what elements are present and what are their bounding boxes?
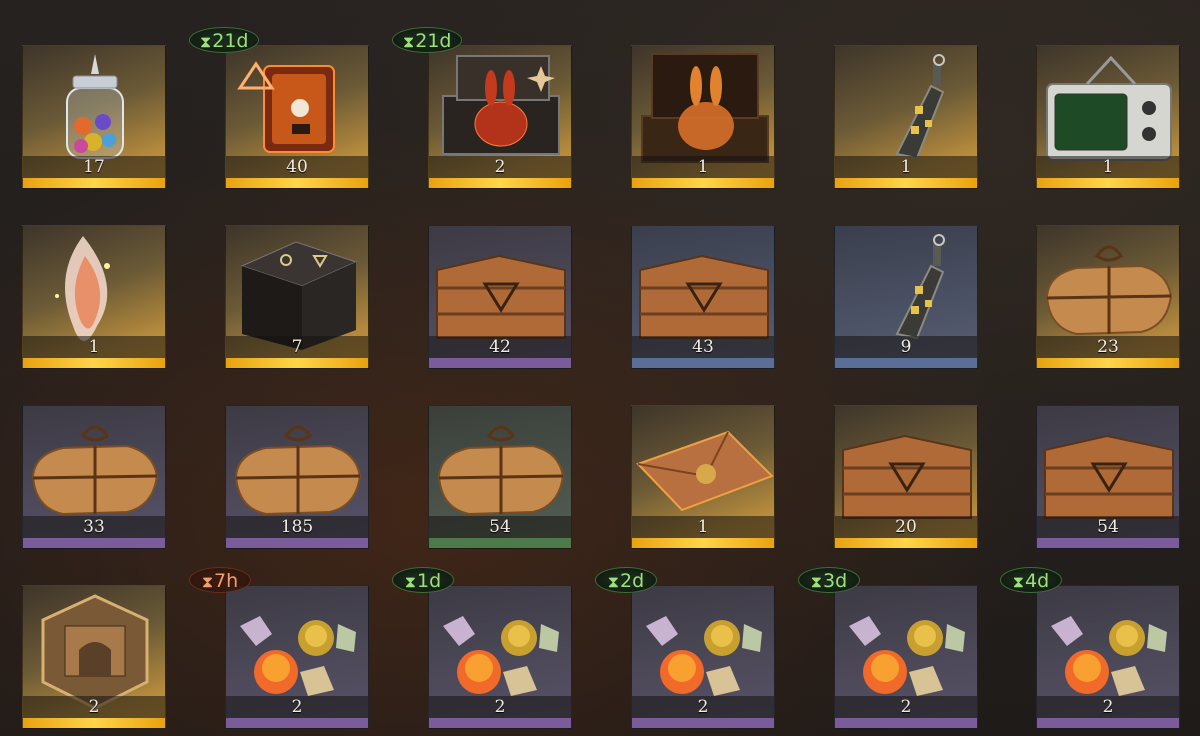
inventory-item-bunny-case[interactable]: 2	[428, 45, 572, 189]
inventory-item-parcel[interactable]: 33	[22, 405, 166, 549]
rarity-stripe	[632, 358, 774, 368]
item-count: 17	[23, 156, 165, 178]
inventory-item-radio-device[interactable]: 1	[1036, 45, 1180, 189]
rarity-stripe	[632, 538, 774, 548]
timer-label: 4d	[1025, 570, 1050, 592]
rarity-stripe	[23, 178, 165, 188]
rarity-stripe	[835, 538, 977, 548]
item-count: 2	[23, 696, 165, 718]
expiry-timer-badge: ⧗1d	[392, 567, 454, 593]
item-count: 40	[226, 156, 368, 178]
rarity-stripe	[1037, 538, 1179, 548]
inventory-item-candies[interactable]: 2	[428, 585, 572, 729]
inventory-item-wooden-crate[interactable]: 42	[428, 225, 572, 369]
expiry-timer-badge: ⧗21d	[189, 27, 260, 53]
rarity-stripe	[429, 358, 571, 368]
rarity-stripe	[835, 358, 977, 368]
expiry-timer-badge: ⧗21d	[392, 27, 463, 53]
inventory-item-bunny-chest[interactable]: 1	[631, 45, 775, 189]
rarity-stripe	[23, 538, 165, 548]
inventory-item-candies[interactable]: 2	[631, 585, 775, 729]
rarity-stripe	[226, 718, 368, 728]
item-count: 54	[429, 516, 571, 538]
timer-label: 3d	[823, 570, 848, 592]
inventory-item-wooden-crate[interactable]: 54	[1036, 405, 1180, 549]
rarity-stripe	[23, 718, 165, 728]
inventory-item-rune-block[interactable]: 7	[225, 225, 369, 369]
item-count: 2	[226, 696, 368, 718]
inventory-item-spirit-flame[interactable]: 1	[22, 225, 166, 369]
hourglass-icon: ⧗	[607, 572, 620, 591]
item-count: 20	[835, 516, 977, 538]
item-count: 1	[632, 516, 774, 538]
rarity-stripe	[429, 538, 571, 548]
rarity-stripe	[429, 178, 571, 188]
hourglass-icon: ⧗	[201, 572, 214, 591]
rarity-stripe	[226, 178, 368, 188]
inventory-item-message-bottle[interactable]: 9	[834, 225, 978, 369]
inventory-item-marble-jar[interactable]: 17	[22, 45, 166, 189]
item-count: 1	[23, 336, 165, 358]
inventory-item-parcel[interactable]: 54	[428, 405, 572, 549]
item-count: 2	[632, 696, 774, 718]
expiry-timer-badge: ⧗7h	[189, 567, 251, 593]
hourglass-icon: ⧗	[810, 572, 823, 591]
inventory-item-candies[interactable]: 2	[1036, 585, 1180, 729]
rarity-stripe	[1037, 718, 1179, 728]
hourglass-icon: ⧗	[403, 32, 415, 51]
timer-label: 1d	[417, 570, 442, 592]
expiry-timer-badge: ⧗2d	[595, 567, 657, 593]
hourglass-icon: ⧗	[404, 572, 417, 591]
item-count: 2	[429, 156, 571, 178]
inventory-item-wooden-crate[interactable]: 20	[834, 405, 978, 549]
timer-label: 7h	[214, 570, 239, 592]
timer-label: 21d	[415, 30, 452, 52]
item-count: 33	[23, 516, 165, 538]
expiry-timer-badge: ⧗3d	[798, 567, 860, 593]
inventory-item-parcel[interactable]: 185	[225, 405, 369, 549]
item-count: 2	[835, 696, 977, 718]
rarity-stripe	[1037, 358, 1179, 368]
inventory-item-parcel[interactable]: 23	[1036, 225, 1180, 369]
item-count: 54	[1037, 516, 1179, 538]
inventory-item-rune-book[interactable]: 40	[225, 45, 369, 189]
item-count: 42	[429, 336, 571, 358]
item-count: 43	[632, 336, 774, 358]
rarity-stripe	[226, 358, 368, 368]
rarity-stripe	[835, 178, 977, 188]
inventory-item-candies[interactable]: 2	[834, 585, 978, 729]
item-count: 9	[835, 336, 977, 358]
item-count: 23	[1037, 336, 1179, 358]
rarity-stripe	[23, 358, 165, 368]
rarity-stripe	[1037, 178, 1179, 188]
item-count: 7	[226, 336, 368, 358]
expiry-timer-badge: ⧗4d	[1000, 567, 1062, 593]
item-count: 1	[835, 156, 977, 178]
rarity-stripe	[429, 718, 571, 728]
inventory-item-candies[interactable]: 2	[225, 585, 369, 729]
hourglass-icon: ⧗	[1012, 572, 1025, 591]
inventory-item-puzzle-box[interactable]: 2	[22, 585, 166, 729]
inventory-item-message-bottle[interactable]: 1	[834, 45, 978, 189]
inventory-item-sealed-envelope[interactable]: 1	[631, 405, 775, 549]
item-count: 1	[1037, 156, 1179, 178]
hourglass-icon: ⧗	[200, 32, 212, 51]
item-count: 2	[429, 696, 571, 718]
rarity-stripe	[632, 718, 774, 728]
rarity-stripe	[632, 178, 774, 188]
rarity-stripe	[835, 718, 977, 728]
timer-label: 21d	[212, 30, 249, 52]
item-count: 2	[1037, 696, 1179, 718]
timer-label: 2d	[620, 570, 645, 592]
rarity-stripe	[226, 538, 368, 548]
inventory-item-wooden-crate[interactable]: 43	[631, 225, 775, 369]
item-count: 185	[226, 516, 368, 538]
item-count: 1	[632, 156, 774, 178]
